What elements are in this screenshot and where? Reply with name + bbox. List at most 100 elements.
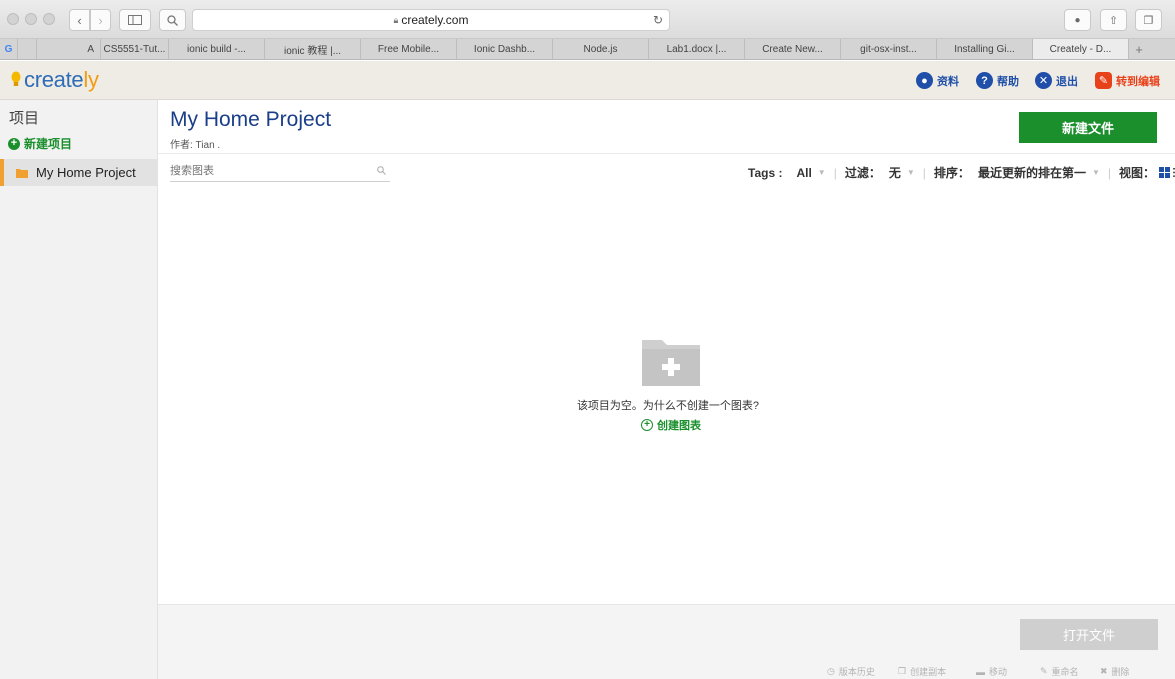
delete-label: 删除 bbox=[1111, 667, 1130, 677]
create-chart-link[interactable]: + 创建图表 bbox=[641, 417, 701, 433]
address-bar[interactable]: 🔒︎ creately.com ↻ bbox=[192, 9, 670, 31]
share-button[interactable]: ⇧ bbox=[1100, 9, 1127, 31]
grid-view-icon[interactable] bbox=[1159, 167, 1171, 178]
profile-link[interactable]: ● 资料 bbox=[916, 72, 959, 89]
tags-label: Tags : bbox=[748, 165, 783, 180]
tabs-overview-button[interactable]: ❐ bbox=[1135, 9, 1162, 31]
logout-label: 退出 bbox=[1056, 75, 1078, 88]
search-toolbar-button[interactable] bbox=[159, 9, 186, 31]
project-item-label: My Home Project bbox=[36, 165, 136, 180]
logout-link[interactable]: ✕ 退出 bbox=[1035, 72, 1078, 89]
downloads-button[interactable]: ● bbox=[1064, 9, 1091, 31]
tab-ionic-tutorial[interactable]: ionic 教程 |... bbox=[265, 39, 361, 59]
sidebar-icon bbox=[128, 15, 142, 25]
rename-label: 重命名 bbox=[1051, 667, 1079, 677]
logo-text-suffix: ly bbox=[83, 67, 99, 92]
help-link[interactable]: ? 帮助 bbox=[976, 72, 1019, 89]
duplicate-action[interactable]: ❐ 创建副本 bbox=[898, 665, 946, 678]
chevron-left-icon: ‹ bbox=[77, 12, 82, 28]
delete-action[interactable]: ✖ 删除 bbox=[1100, 665, 1130, 678]
create-chart-label: 创建图表 bbox=[657, 420, 701, 432]
tab-google[interactable]: G bbox=[0, 39, 18, 59]
url-text: creately.com bbox=[401, 13, 469, 27]
copy-icon: ❐ bbox=[898, 666, 907, 676]
new-project-label: 新建项目 bbox=[24, 137, 73, 151]
duplicate-label: 创建副本 bbox=[910, 667, 947, 677]
separator: | bbox=[922, 165, 926, 180]
new-tab-button[interactable]: + bbox=[1129, 39, 1149, 59]
tab-lab1-docx[interactable]: Lab1.docx |... bbox=[649, 39, 745, 59]
separator: | bbox=[833, 165, 837, 180]
move-action[interactable]: ▬ 移动 bbox=[976, 665, 1007, 678]
new-file-button[interactable]: 新建文件 bbox=[1019, 112, 1157, 143]
filter-dropdown[interactable]: 无 ▼ bbox=[889, 164, 915, 181]
download-icon: ● bbox=[1074, 14, 1081, 26]
tags-dropdown[interactable]: All ▼ bbox=[796, 166, 825, 180]
rename-action[interactable]: ✎ 重命名 bbox=[1040, 665, 1079, 678]
sidebar-toggle-button[interactable] bbox=[119, 9, 151, 31]
forward-button[interactable]: › bbox=[90, 9, 111, 31]
creately-logo[interactable]: create ly bbox=[10, 67, 99, 93]
search-input[interactable] bbox=[170, 162, 360, 180]
goto-editor-label: 转到编辑 bbox=[1116, 75, 1160, 88]
divider bbox=[158, 153, 1175, 154]
chevron-down-icon: ▼ bbox=[906, 168, 915, 177]
browser-toolbar: ‹ › 🔒︎ creately.com ↻ ● ⇧ ❐ bbox=[0, 0, 1175, 39]
browser-window: ‹ › 🔒︎ creately.com ↻ ● ⇧ ❐ G A CS5551-T… bbox=[0, 0, 1175, 679]
tab-a[interactable]: A bbox=[37, 39, 101, 59]
filter-bar: Tags : All ▼ | 过滤： 无 ▼ | 排序： 最近更新的排在第一 ▼… bbox=[748, 164, 1175, 181]
clock-icon: ◷ bbox=[827, 666, 835, 676]
filter-label: 过滤： bbox=[844, 166, 881, 180]
tab-git-osx-installer[interactable]: git-osx-inst... bbox=[841, 39, 937, 59]
project-sidebar: 项目 + 新建项目 My Home Project bbox=[0, 100, 158, 679]
tab-cs5551[interactable]: CS5551-Tut... bbox=[101, 39, 169, 59]
tab-free-mobile[interactable]: Free Mobile... bbox=[361, 39, 457, 59]
zoom-window-button[interactable] bbox=[43, 13, 55, 25]
sidebar-item-my-home-project[interactable]: My Home Project bbox=[0, 159, 157, 186]
separator: | bbox=[1107, 165, 1111, 180]
plus-circle-icon: + bbox=[641, 419, 653, 431]
move-label: 移动 bbox=[989, 667, 1008, 677]
tab-nodejs[interactable]: Node.js bbox=[553, 39, 649, 59]
version-history-action[interactable]: ◷ 版本历史 bbox=[827, 665, 875, 678]
edit-icon: ✎ bbox=[1095, 72, 1112, 89]
view-label: 视图： bbox=[1119, 166, 1156, 180]
tab-ionic-dashboard[interactable]: Ionic Dashb... bbox=[457, 39, 553, 59]
search-icon[interactable] bbox=[377, 166, 386, 175]
profile-label: 资料 bbox=[937, 75, 959, 88]
tab-installing-git[interactable]: Installing Gi... bbox=[937, 39, 1033, 59]
goto-editor-link[interactable]: ✎ 转到编辑 bbox=[1095, 72, 1160, 89]
pencil-icon: ✎ bbox=[1040, 666, 1048, 676]
open-file-button[interactable]: 打开文件 bbox=[1020, 619, 1158, 650]
tab-ionic-build[interactable]: ionic build -... bbox=[169, 39, 265, 59]
tags-value: All bbox=[796, 165, 812, 180]
tab-blank[interactable] bbox=[18, 39, 37, 59]
project-author: 作者: Tian . bbox=[170, 140, 221, 151]
search-icon bbox=[167, 14, 178, 26]
page-title: My Home Project bbox=[170, 108, 332, 131]
chevron-down-icon: ▼ bbox=[1091, 168, 1100, 177]
back-button[interactable]: ‹ bbox=[69, 9, 90, 31]
new-project-link[interactable]: + 新建项目 bbox=[8, 135, 72, 152]
lightbulb-icon bbox=[11, 71, 21, 86]
action-footer: 打开文件 ◷ 版本历史 ❐ 创建副本 ▬ 移动 ✎ 重命名 ✖ 删除 bbox=[158, 604, 1175, 679]
reload-icon[interactable]: ↻ bbox=[653, 13, 663, 27]
minimize-window-button[interactable] bbox=[25, 13, 37, 25]
sort-value: 最近更新的排在第一 bbox=[977, 166, 1086, 180]
close-window-button[interactable] bbox=[7, 13, 19, 25]
chevron-right-icon: › bbox=[98, 12, 103, 28]
tab-bar: G A CS5551-Tut... ionic build -... ionic… bbox=[0, 39, 1175, 60]
help-icon: ? bbox=[976, 72, 993, 89]
tab-creately[interactable]: Creately - D... bbox=[1033, 39, 1129, 59]
folder-icon bbox=[16, 168, 28, 178]
close-icon: ✕ bbox=[1035, 72, 1052, 89]
tab-create-new[interactable]: Create New... bbox=[745, 39, 841, 59]
plus-circle-icon: + bbox=[8, 137, 20, 150]
share-icon: ⇧ bbox=[1108, 14, 1119, 27]
empty-folder-icon[interactable] bbox=[642, 338, 700, 389]
sort-dropdown[interactable]: 最近更新的排在第一 ▼ bbox=[978, 164, 1100, 181]
version-history-label: 版本历史 bbox=[838, 667, 875, 677]
help-label: 帮助 bbox=[997, 75, 1019, 88]
tabs-icon: ❐ bbox=[1143, 14, 1154, 27]
app-header: create ly ● 资料 ? 帮助 ✕ 退出 ✎ 转到编辑 bbox=[0, 61, 1175, 100]
